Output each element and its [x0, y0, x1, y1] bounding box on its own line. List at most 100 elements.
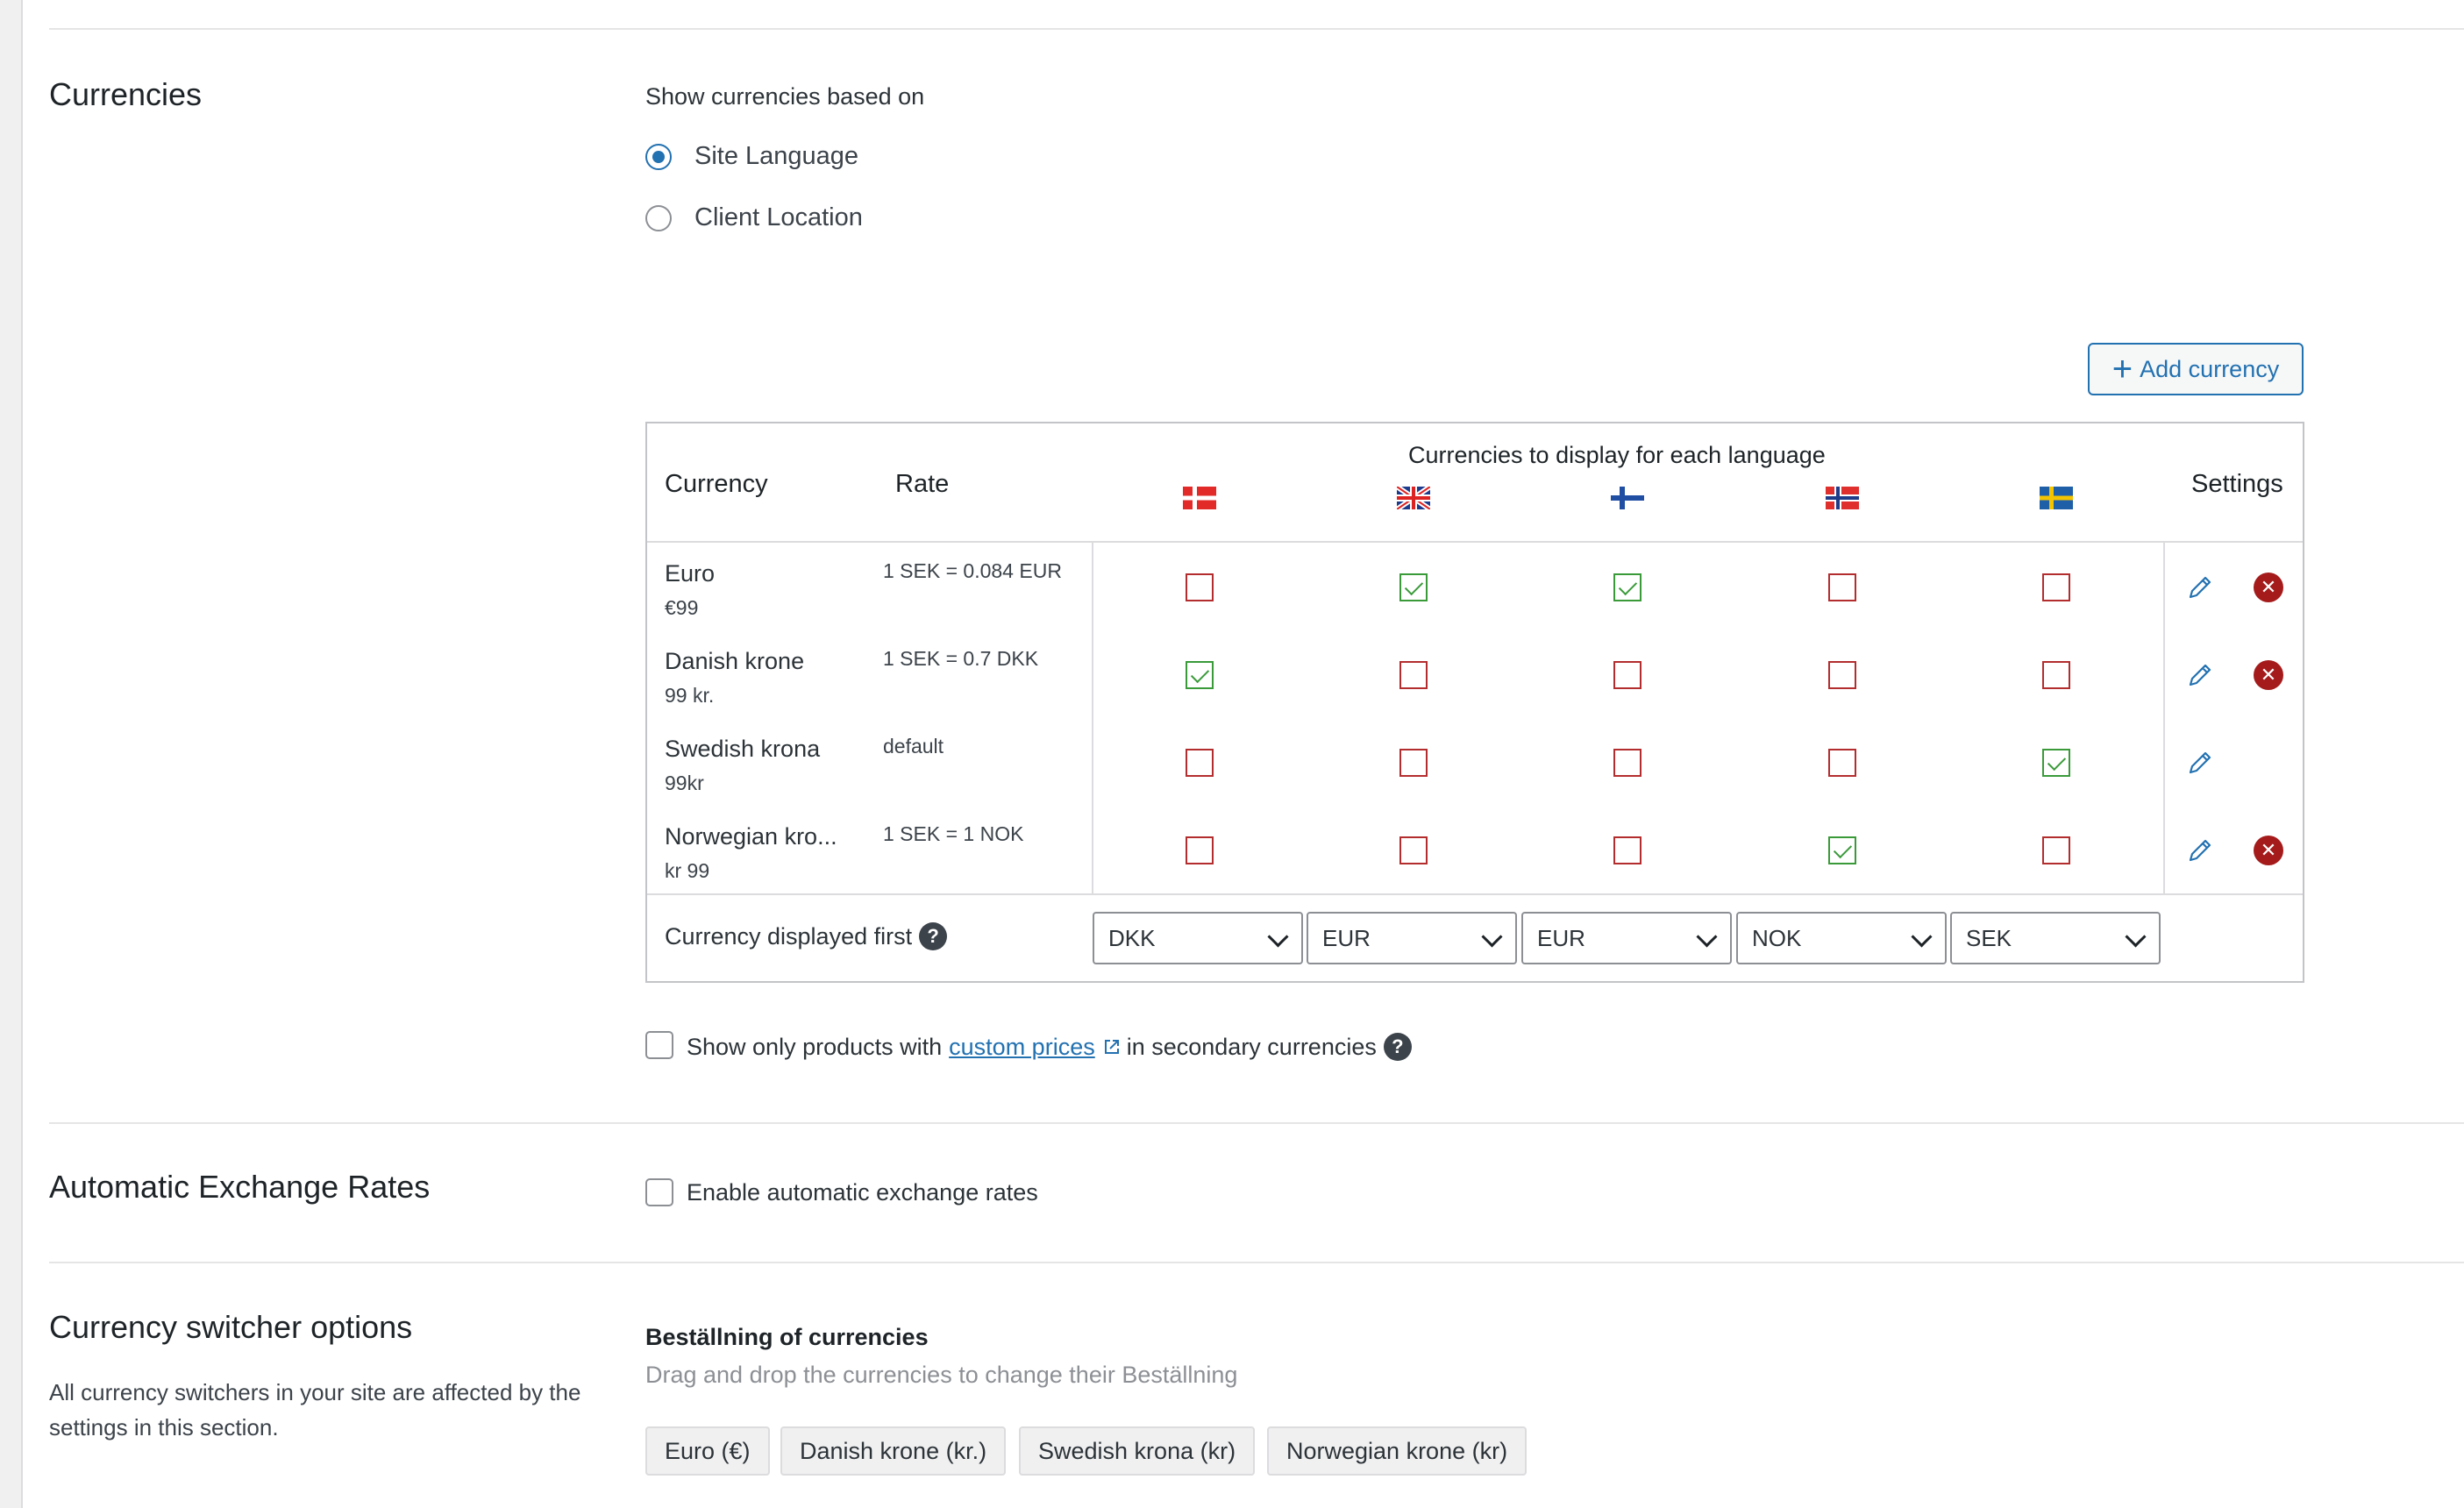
row-danish-symbol: 99 kr. — [665, 684, 715, 707]
chevron-down-icon — [2125, 926, 2147, 948]
swedish-flag-icon — [2040, 487, 2073, 509]
col-settings-header: Settings — [2191, 470, 2283, 498]
custom-prices-row: Show only products with custom prices in… — [687, 1031, 1412, 1063]
checkbox-euro-swedish[interactable] — [2042, 573, 2070, 601]
displayed-first-select-norwegian[interactable]: NOK — [1736, 912, 1947, 964]
enable-exchange-rates-label: Enable automatic exchange rates — [687, 1178, 1038, 1206]
edit-pencil-icon[interactable] — [2186, 836, 2214, 864]
custom-prices-text-after: in secondary currencies — [1126, 1033, 1377, 1060]
select-value: EUR — [1322, 924, 1371, 951]
chevron-down-icon — [1481, 926, 1503, 948]
help-question-icon[interactable]: ? — [919, 922, 948, 950]
table-vdivider-right — [2163, 543, 2165, 893]
row-euro-symbol: €99 — [665, 596, 699, 619]
delete-x-icon[interactable]: ✕ — [2254, 836, 2283, 865]
divider-2 — [49, 1262, 2464, 1263]
checkbox-euro-norwegian[interactable] — [1828, 573, 1856, 601]
checkbox-swedish-danish[interactable] — [1186, 749, 1214, 777]
custom-prices-link[interactable]: custom prices — [949, 1034, 1095, 1061]
switcher-description: All currency switchers in your site are … — [49, 1379, 581, 1440]
checkbox-norwegian-english[interactable] — [1399, 836, 1428, 864]
enable-exchange-rates-checkbox[interactable] — [645, 1178, 673, 1206]
chevron-down-icon — [1696, 926, 1718, 948]
checkbox-norwegian-danish[interactable] — [1186, 836, 1214, 864]
danish-flag-icon — [1183, 487, 1216, 509]
checkbox-euro-danish[interactable] — [1186, 573, 1214, 601]
divider-1 — [49, 1122, 2464, 1124]
currency-displayed-first-row: Currency displayed first ? — [665, 922, 948, 950]
chevron-down-icon — [1267, 926, 1289, 948]
checkbox-danish-norwegian[interactable] — [1828, 661, 1856, 689]
help-question-icon[interactable]: ? — [1383, 1033, 1412, 1061]
currencies-title: Currencies — [49, 76, 203, 112]
chevron-down-icon — [1911, 926, 1933, 948]
edit-pencil-icon[interactable] — [2186, 661, 2214, 689]
checkbox-danish-english[interactable] — [1399, 661, 1428, 689]
radio-site-language[interactable] — [645, 143, 672, 170]
radio-site-language-row[interactable]: Site Language — [645, 142, 858, 171]
checkbox-euro-finnish[interactable] — [1613, 573, 1641, 601]
uk-flag-icon — [1397, 487, 1430, 509]
checkbox-swedish-swedish[interactable] — [2042, 749, 2070, 777]
order-chip-danish[interactable]: Danish krone (kr.) — [780, 1426, 1007, 1476]
checkbox-swedish-finnish[interactable] — [1613, 749, 1641, 777]
checkbox-euro-english[interactable] — [1399, 573, 1428, 601]
add-currency-label: Add currency — [2140, 355, 2280, 382]
row-swedish-rate: default — [883, 735, 944, 758]
row-euro-name: Euro — [665, 560, 716, 587]
delete-x-icon[interactable]: ✕ — [2254, 573, 2283, 602]
checkbox-swedish-english[interactable] — [1399, 749, 1428, 777]
col-rate-header: Rate — [895, 470, 950, 498]
select-value: EUR — [1537, 924, 1585, 951]
row-swedish-name: Swedish krona — [665, 736, 821, 762]
table-header-divider — [647, 541, 2303, 543]
radio-client-location[interactable] — [645, 204, 672, 231]
order-chip-euro[interactable]: Euro (€) — [645, 1426, 770, 1476]
admin-left-edge — [0, 0, 23, 1508]
external-link-icon — [1104, 1040, 1119, 1054]
exchange-rates-title: Automatic Exchange Rates — [49, 1169, 431, 1205]
checkbox-norwegian-finnish[interactable] — [1613, 836, 1641, 864]
switcher-title: Currency switcher options — [49, 1309, 413, 1345]
checkbox-danish-swedish[interactable] — [2042, 661, 2070, 689]
finnish-flag-icon — [1611, 487, 1644, 509]
select-value: NOK — [1752, 924, 1802, 951]
edit-pencil-icon[interactable] — [2186, 573, 2214, 601]
order-hint: Drag and drop the currencies to change t… — [645, 1362, 1238, 1388]
checkbox-norwegian-norwegian[interactable] — [1828, 836, 1856, 864]
row-norwegian-rate: 1 SEK = 1 NOK — [883, 822, 1024, 845]
order-chip-swedish[interactable]: Swedish krona (kr) — [1019, 1426, 1256, 1476]
checkbox-danish-danish[interactable] — [1186, 661, 1214, 689]
custom-prices-text-before: Show only products with — [687, 1033, 943, 1060]
select-value: DKK — [1108, 924, 1156, 951]
divider-top — [49, 28, 2464, 30]
row-danish-name: Danish krone — [665, 648, 805, 674]
displayed-first-select-danish[interactable]: DKK — [1093, 912, 1303, 964]
currency-displayed-first-label: Currency displayed first — [665, 922, 913, 950]
checkbox-danish-finnish[interactable] — [1613, 661, 1641, 689]
col-currency-header: Currency — [665, 470, 768, 498]
radio-site-language-label: Site Language — [694, 142, 859, 170]
row-swedish-symbol: 99kr — [665, 772, 704, 794]
radio-client-location-row[interactable]: Client Location — [645, 203, 863, 232]
select-value: SEK — [1966, 924, 2012, 951]
plus-icon: + — [2111, 350, 2133, 388]
col-languages-header: Currencies to display for each language — [1408, 442, 1826, 468]
checkbox-norwegian-swedish[interactable] — [2042, 836, 2070, 864]
edit-pencil-icon[interactable] — [2186, 749, 2214, 777]
row-norwegian-symbol: kr 99 — [665, 859, 710, 882]
norwegian-flag-icon — [1826, 487, 1859, 509]
table-footer-divider — [647, 893, 2303, 895]
row-danish-rate: 1 SEK = 0.7 DKK — [883, 647, 1039, 670]
radio-client-location-label: Client Location — [694, 203, 863, 231]
order-chip-norwegian[interactable]: Norwegian krone (kr) — [1267, 1426, 1528, 1476]
displayed-first-select-swedish[interactable]: SEK — [1950, 912, 2161, 964]
row-norwegian-name: Norwegian kro... — [665, 823, 837, 850]
checkbox-swedish-norwegian[interactable] — [1828, 749, 1856, 777]
custom-prices-checkbox[interactable] — [645, 1031, 673, 1059]
delete-x-icon[interactable]: ✕ — [2254, 660, 2283, 690]
add-currency-button[interactable]: + Add currency — [2088, 343, 2304, 395]
displayed-first-select-finnish[interactable]: EUR — [1521, 912, 1732, 964]
table-vdivider-left — [1092, 543, 1093, 893]
displayed-first-select-english[interactable]: EUR — [1307, 912, 1517, 964]
